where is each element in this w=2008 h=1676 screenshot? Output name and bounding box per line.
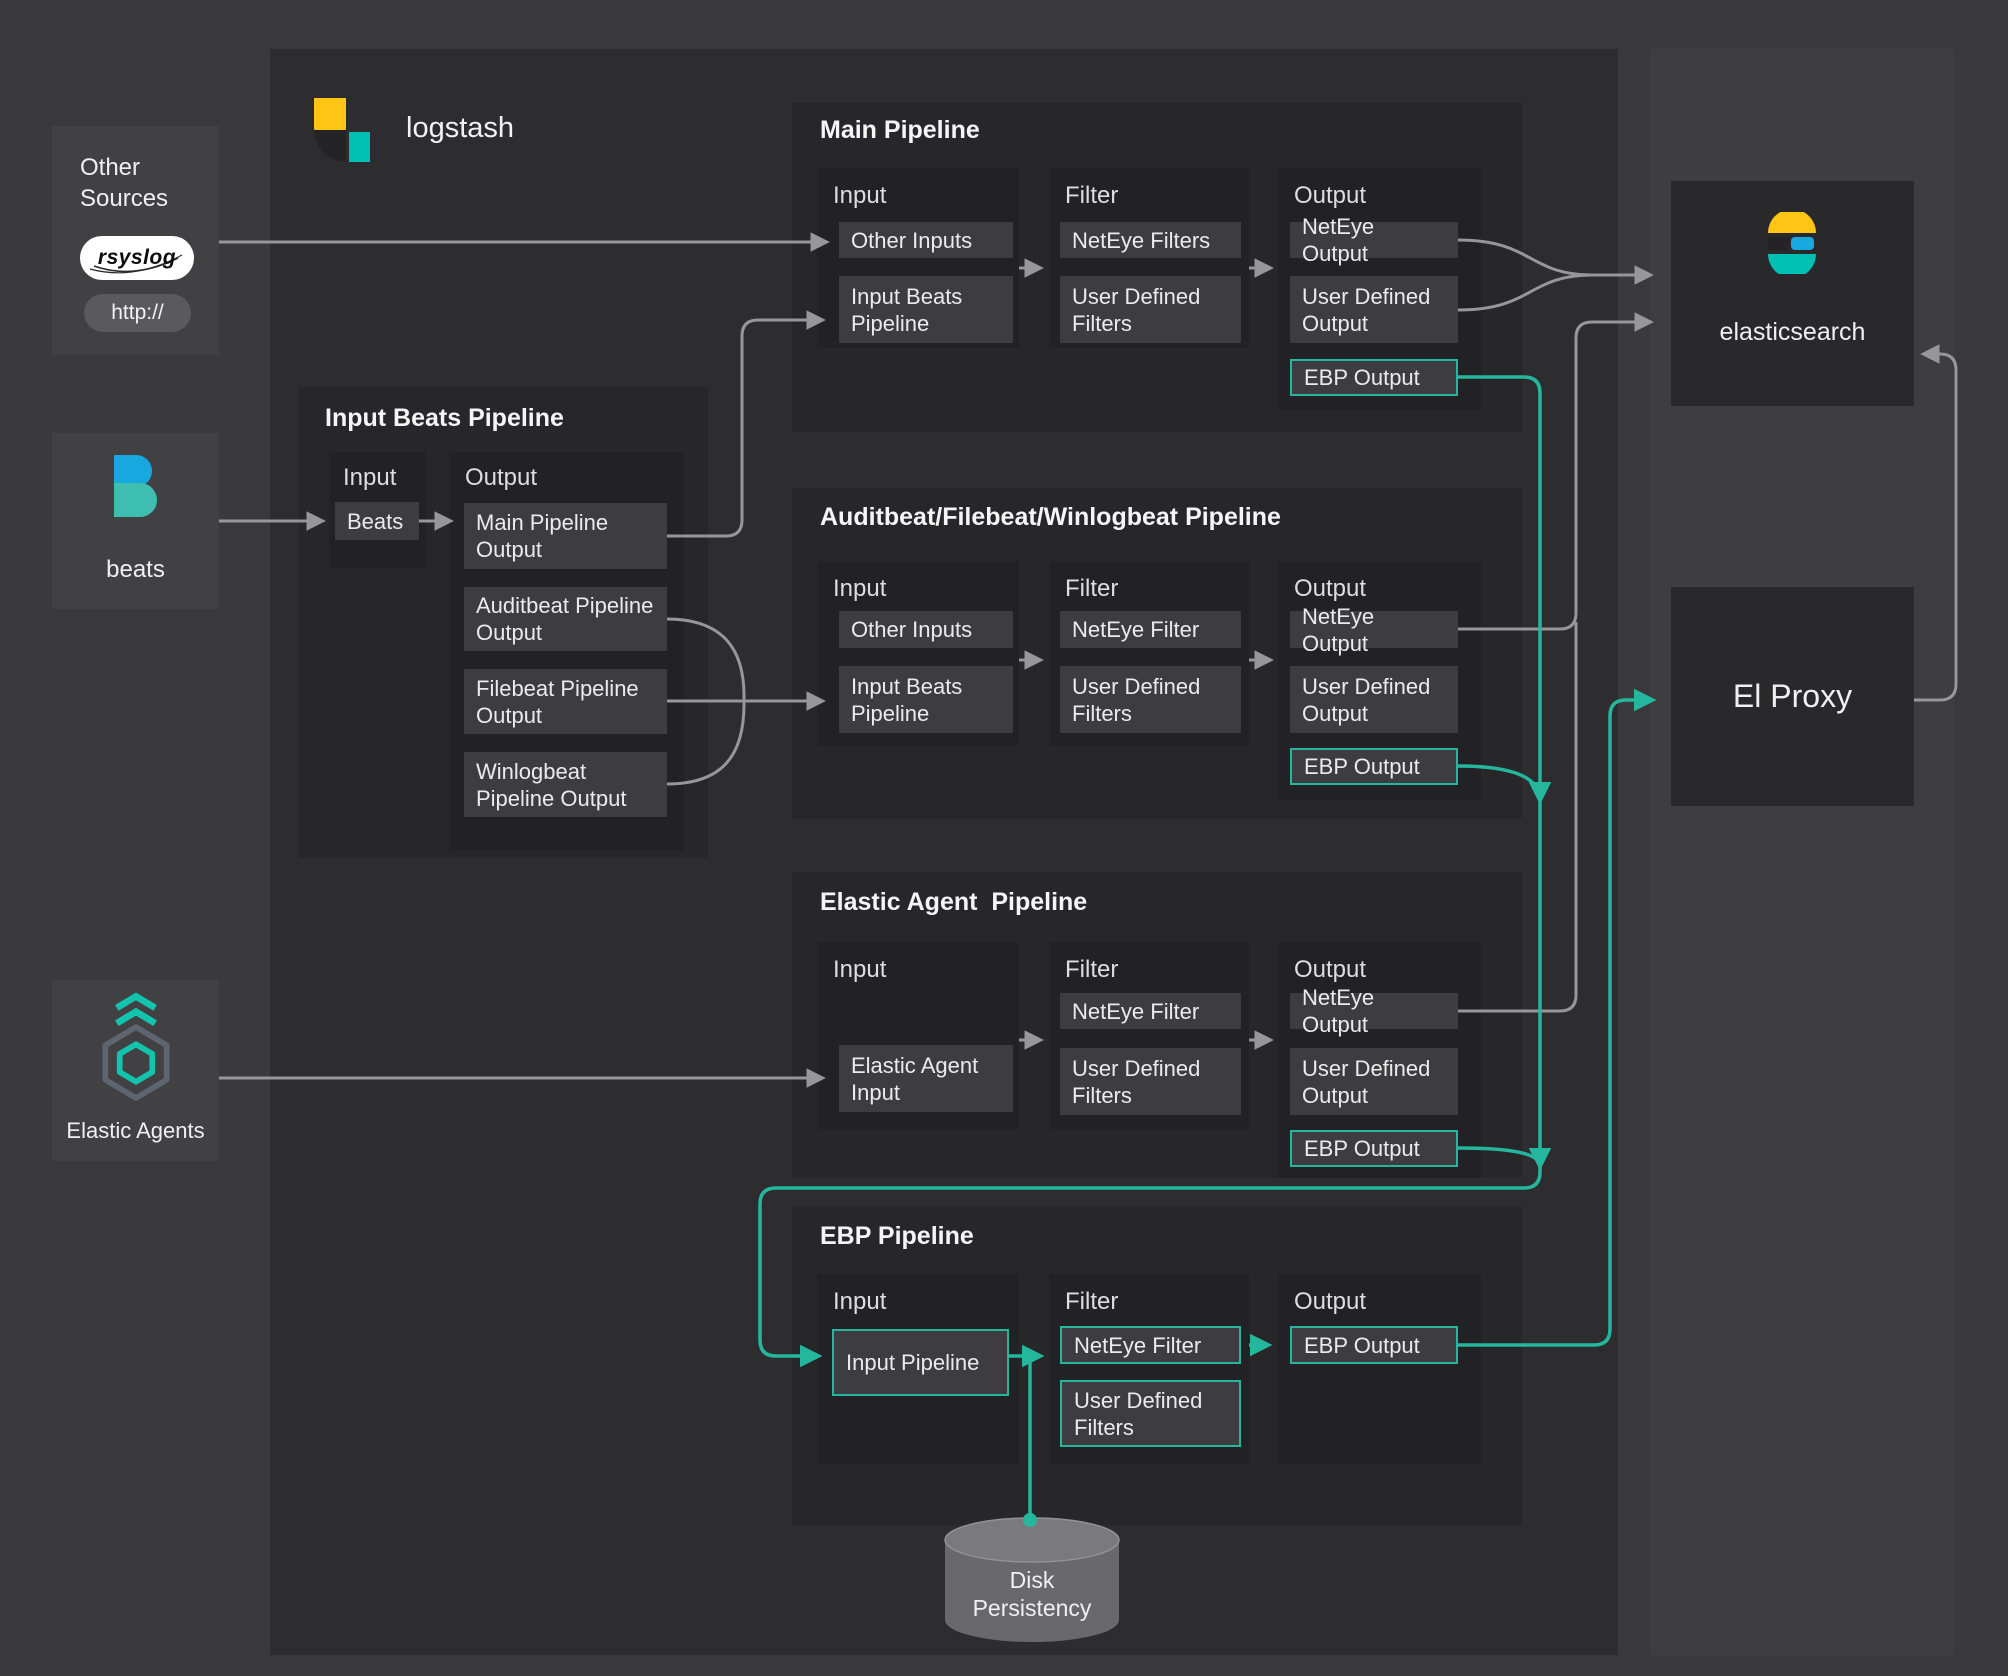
ibp-input-beats: Beats (335, 502, 419, 540)
ebp-pipeline-title: EBP Pipeline (820, 1222, 974, 1250)
logstash-logo-icon (314, 98, 370, 162)
abw-output-neteye-output: NetEye Output (1290, 604, 1458, 656)
abw-output-user-defined-output: User Defined Output (1290, 666, 1458, 733)
disk-persistency-label: Disk Persistency (972, 1567, 1092, 1621)
http-badge: http:// (84, 294, 191, 332)
ea-output-header: Output (1294, 956, 1367, 983)
ea-filter-user-defined-filters: User Defined Filters (1060, 1048, 1241, 1115)
rsyslog-badge: rsyslog (80, 236, 194, 280)
ebp-input-header: Input (833, 1288, 887, 1315)
elasticsearch-logo-icon (1768, 212, 1816, 274)
ea-output-ebp-output: EBP Output (1290, 1130, 1458, 1167)
abw-input-input-beats-pipeline: Input Beats Pipeline (839, 666, 1013, 733)
abw-filter-user-defined-filters: User Defined Filters (1060, 666, 1241, 733)
main-pipeline-title: Main Pipeline (820, 116, 980, 144)
main-output-neteye-output: NetEye Output (1290, 214, 1458, 266)
other-sources-label: Other Sources (80, 154, 169, 212)
ebp-filter-user-defined-filters: User Defined Filters (1060, 1380, 1241, 1447)
ibp-output-header: Output (465, 464, 538, 491)
diagram-stage: logstash Other Sources rsyslog http:// b… (0, 0, 2008, 1676)
input-beats-pipeline-title: Input Beats Pipeline (325, 404, 564, 432)
main-input-header: Input (833, 182, 887, 209)
elastic-agents-label: Elastic Agents (66, 1118, 205, 1143)
ebp-output-header: Output (1294, 1288, 1367, 1315)
ebp-filter-neteye-filter: NetEye Filter (1060, 1326, 1241, 1364)
main-input-input-beats-pipeline: Input Beats Pipeline (839, 276, 1013, 343)
ebp-filter-header: Filter (1065, 1288, 1119, 1315)
ibp-input-header: Input (343, 464, 397, 491)
ebp-output-ebp-output: EBP Output (1290, 1326, 1458, 1364)
main-input-other-inputs: Other Inputs (839, 222, 1013, 258)
main-output-ebp-output: EBP Output (1290, 359, 1458, 396)
ibp-output-winlogbeat-pipeline-output: Winlogbeat Pipeline Output (464, 752, 667, 817)
elastic-agents-icon (102, 992, 170, 1101)
ea-input-header: Input (833, 956, 887, 983)
ea-input-elastic-agent-input: Elastic Agent Input (839, 1045, 1013, 1112)
elasticsearch-label: elasticsearch (1719, 318, 1866, 346)
ibp-output-auditbeat-pipeline-output: Auditbeat Pipeline Output (464, 587, 667, 651)
beats-logo-icon (114, 455, 157, 517)
main-output-user-defined-output: User Defined Output (1290, 276, 1458, 343)
abw-output-header: Output (1294, 575, 1367, 602)
ea-filter-neteye-filter: NetEye Filter (1060, 993, 1241, 1029)
beats-label: beats (106, 556, 165, 583)
elastic-agent-pipeline-title: Elastic Agent Pipeline (820, 888, 1088, 916)
ebp-input-input-pipeline: Input Pipeline (832, 1329, 1009, 1396)
ibp-output-filebeat-pipeline-output: Filebeat Pipeline Output (464, 669, 667, 734)
abw-input-header: Input (833, 575, 887, 602)
abw-input-other-inputs: Other Inputs (839, 611, 1013, 648)
main-output-header: Output (1294, 182, 1367, 209)
ea-filter-header: Filter (1065, 956, 1119, 983)
abw-filter-neteye-filter: NetEye Filter (1060, 611, 1241, 648)
el-proxy-box: El Proxy (1671, 587, 1914, 806)
main-filter-neteye-filters: NetEye Filters (1060, 222, 1241, 258)
logstash-brand-label: logstash (406, 112, 515, 144)
ibp-output-main-pipeline-output: Main Pipeline Output (464, 503, 667, 569)
abw-pipeline-title: Auditbeat/Filebeat/Winlogbeat Pipeline (820, 503, 1281, 531)
abw-filter-header: Filter (1065, 575, 1119, 602)
ea-output-neteye-output: NetEye Output (1290, 985, 1458, 1037)
main-filter-header: Filter (1065, 182, 1119, 209)
abw-output-ebp-output: EBP Output (1290, 748, 1458, 785)
main-filter-user-defined-filters: User Defined Filters (1060, 276, 1241, 343)
ea-output-user-defined-output: User Defined Output (1290, 1048, 1458, 1115)
rsyslog-label: rsyslog (97, 246, 177, 269)
